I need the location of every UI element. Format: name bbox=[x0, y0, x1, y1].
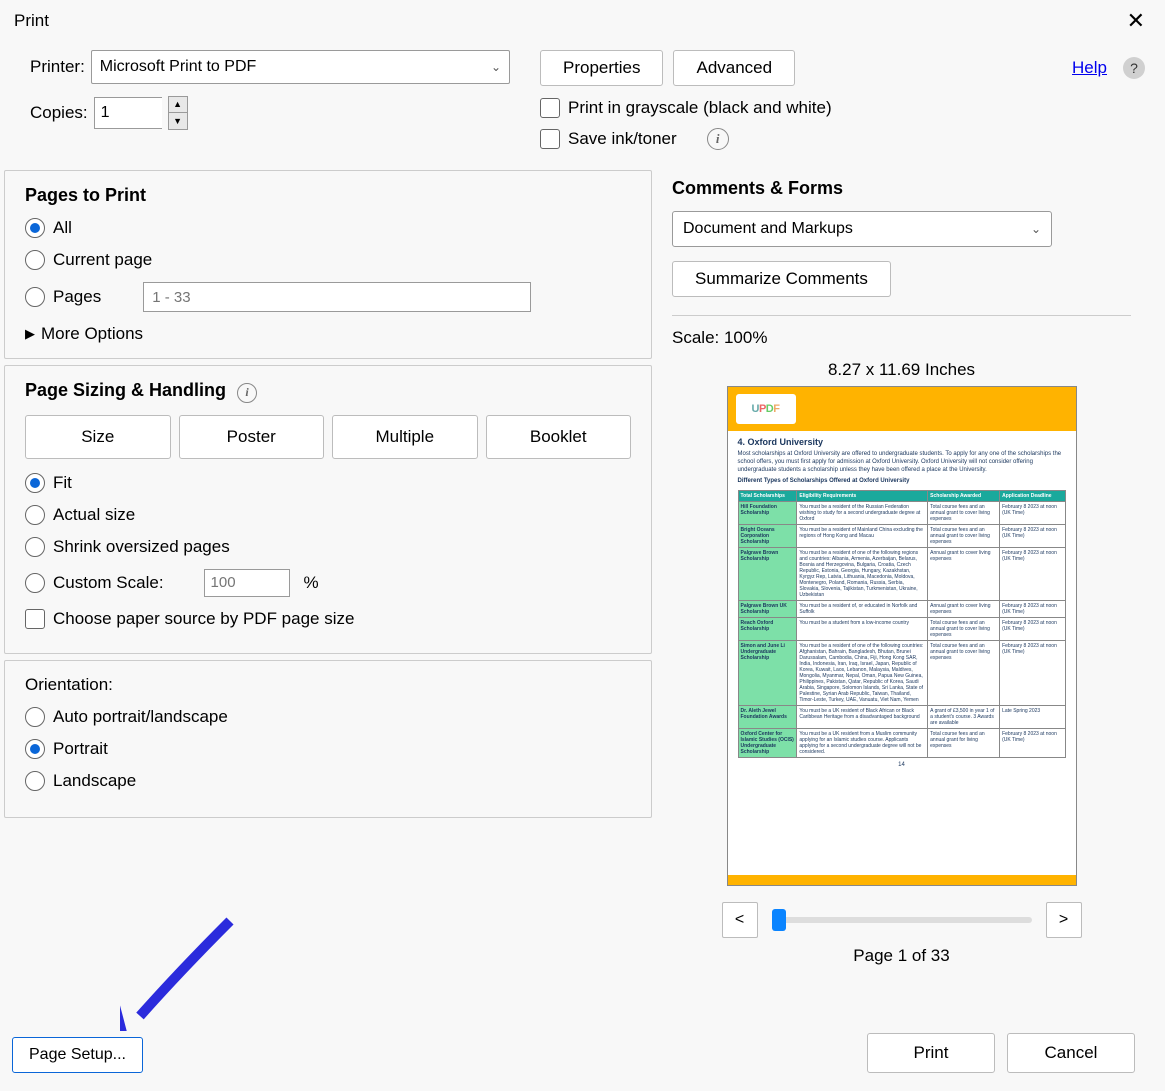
print-dialog: Print ✕ Printer: Microsoft Print to PDF … bbox=[0, 0, 1165, 1091]
booklet-button[interactable]: Booklet bbox=[486, 415, 632, 459]
preview-heading: 4. Oxford University bbox=[738, 437, 1066, 447]
help-link[interactable]: Help bbox=[1072, 58, 1107, 78]
preview-next-button[interactable]: > bbox=[1046, 902, 1082, 938]
custom-scale-input[interactable] bbox=[204, 569, 290, 597]
printer-label: Printer: bbox=[30, 57, 85, 77]
advanced-button[interactable]: Advanced bbox=[673, 50, 795, 86]
close-icon[interactable]: ✕ bbox=[1121, 8, 1151, 34]
radio-all-label: All bbox=[53, 218, 72, 238]
radio-portrait[interactable] bbox=[25, 739, 45, 759]
preview-prev-button[interactable]: < bbox=[722, 902, 758, 938]
radio-all[interactable] bbox=[25, 218, 45, 238]
comments-forms-title: Comments & Forms bbox=[672, 178, 1131, 199]
page-setup-button[interactable]: Page Setup... bbox=[12, 1037, 143, 1073]
chevron-down-icon: ⌄ bbox=[491, 60, 501, 74]
percent-label: % bbox=[304, 573, 319, 593]
radio-current[interactable] bbox=[25, 250, 45, 270]
cancel-button[interactable]: Cancel bbox=[1007, 1033, 1135, 1073]
copies-input[interactable] bbox=[94, 97, 162, 129]
triangle-right-icon: ▶ bbox=[25, 326, 35, 342]
info-icon[interactable]: i bbox=[237, 383, 257, 403]
pages-to-print-panel: Pages to Print All Current page Pages ▶ … bbox=[4, 170, 652, 359]
paper-source-checkbox[interactable] bbox=[25, 609, 45, 629]
orientation-panel: Orientation: Auto portrait/landscape Por… bbox=[4, 660, 652, 818]
save-ink-label: Save ink/toner bbox=[568, 129, 677, 149]
spinner-up-icon[interactable]: ▲ bbox=[169, 97, 187, 113]
copies-label: Copies: bbox=[30, 103, 88, 123]
radio-auto-orientation[interactable] bbox=[25, 707, 45, 727]
orientation-title: Orientation: bbox=[25, 675, 631, 695]
preview-dimensions: 8.27 x 11.69 Inches bbox=[672, 360, 1131, 380]
radio-fit[interactable] bbox=[25, 473, 45, 493]
more-options-toggle[interactable]: ▶ More Options bbox=[25, 324, 631, 344]
radio-current-label: Current page bbox=[53, 250, 152, 270]
titlebar: Print ✕ bbox=[0, 0, 1165, 40]
print-button[interactable]: Print bbox=[867, 1033, 995, 1073]
updf-logo: UPDF bbox=[736, 394, 796, 424]
printer-select[interactable]: Microsoft Print to PDF ⌄ bbox=[91, 50, 510, 84]
pages-range-input[interactable] bbox=[143, 282, 531, 312]
preview-slider[interactable] bbox=[772, 917, 1032, 923]
summarize-comments-button[interactable]: Summarize Comments bbox=[672, 261, 891, 297]
copies-spinner[interactable]: ▲ ▼ bbox=[168, 96, 188, 130]
size-button[interactable]: Size bbox=[25, 415, 171, 459]
poster-button[interactable]: Poster bbox=[179, 415, 325, 459]
radio-pages[interactable] bbox=[25, 287, 45, 307]
radio-auto-label: Auto portrait/landscape bbox=[53, 707, 228, 727]
grayscale-label: Print in grayscale (black and white) bbox=[568, 98, 832, 118]
radio-fit-label: Fit bbox=[53, 473, 72, 493]
pages-to-print-title: Pages to Print bbox=[25, 185, 631, 206]
radio-landscape-label: Landscape bbox=[53, 771, 136, 791]
dialog-title: Print bbox=[14, 11, 49, 31]
printer-value: Microsoft Print to PDF bbox=[100, 58, 256, 76]
radio-actual[interactable] bbox=[25, 505, 45, 525]
comments-forms-value: Document and Markups bbox=[683, 220, 853, 238]
page-sizing-panel: Page Sizing & Handling i Size Poster Mul… bbox=[4, 365, 652, 654]
grayscale-checkbox[interactable] bbox=[540, 98, 560, 118]
radio-custom-scale[interactable] bbox=[25, 573, 45, 593]
save-ink-checkbox[interactable] bbox=[540, 129, 560, 149]
radio-landscape[interactable] bbox=[25, 771, 45, 791]
page-count-label: Page 1 of 33 bbox=[672, 946, 1131, 966]
spinner-down-icon[interactable]: ▼ bbox=[169, 113, 187, 129]
properties-button[interactable]: Properties bbox=[540, 50, 663, 86]
multiple-button[interactable]: Multiple bbox=[332, 415, 478, 459]
sizing-title: Page Sizing & Handling i bbox=[25, 380, 631, 403]
radio-portrait-label: Portrait bbox=[53, 739, 108, 759]
paper-source-label: Choose paper source by PDF page size bbox=[53, 609, 354, 629]
page-preview: UPDF 4. Oxford University Most scholarsh… bbox=[727, 386, 1077, 886]
slider-thumb[interactable] bbox=[772, 909, 786, 931]
radio-pages-label: Pages bbox=[53, 287, 101, 307]
comments-forms-select[interactable]: Document and Markups ⌄ bbox=[672, 211, 1052, 247]
radio-custom-label: Custom Scale: bbox=[53, 573, 164, 593]
radio-shrink[interactable] bbox=[25, 537, 45, 557]
chevron-down-icon: ⌄ bbox=[1031, 222, 1041, 236]
more-options-label: More Options bbox=[41, 324, 143, 344]
help-icon[interactable]: ? bbox=[1123, 57, 1145, 79]
radio-shrink-label: Shrink oversized pages bbox=[53, 537, 230, 557]
info-icon[interactable]: i bbox=[707, 128, 729, 150]
scale-label: Scale: 100% bbox=[672, 328, 1131, 348]
radio-actual-label: Actual size bbox=[53, 505, 135, 525]
